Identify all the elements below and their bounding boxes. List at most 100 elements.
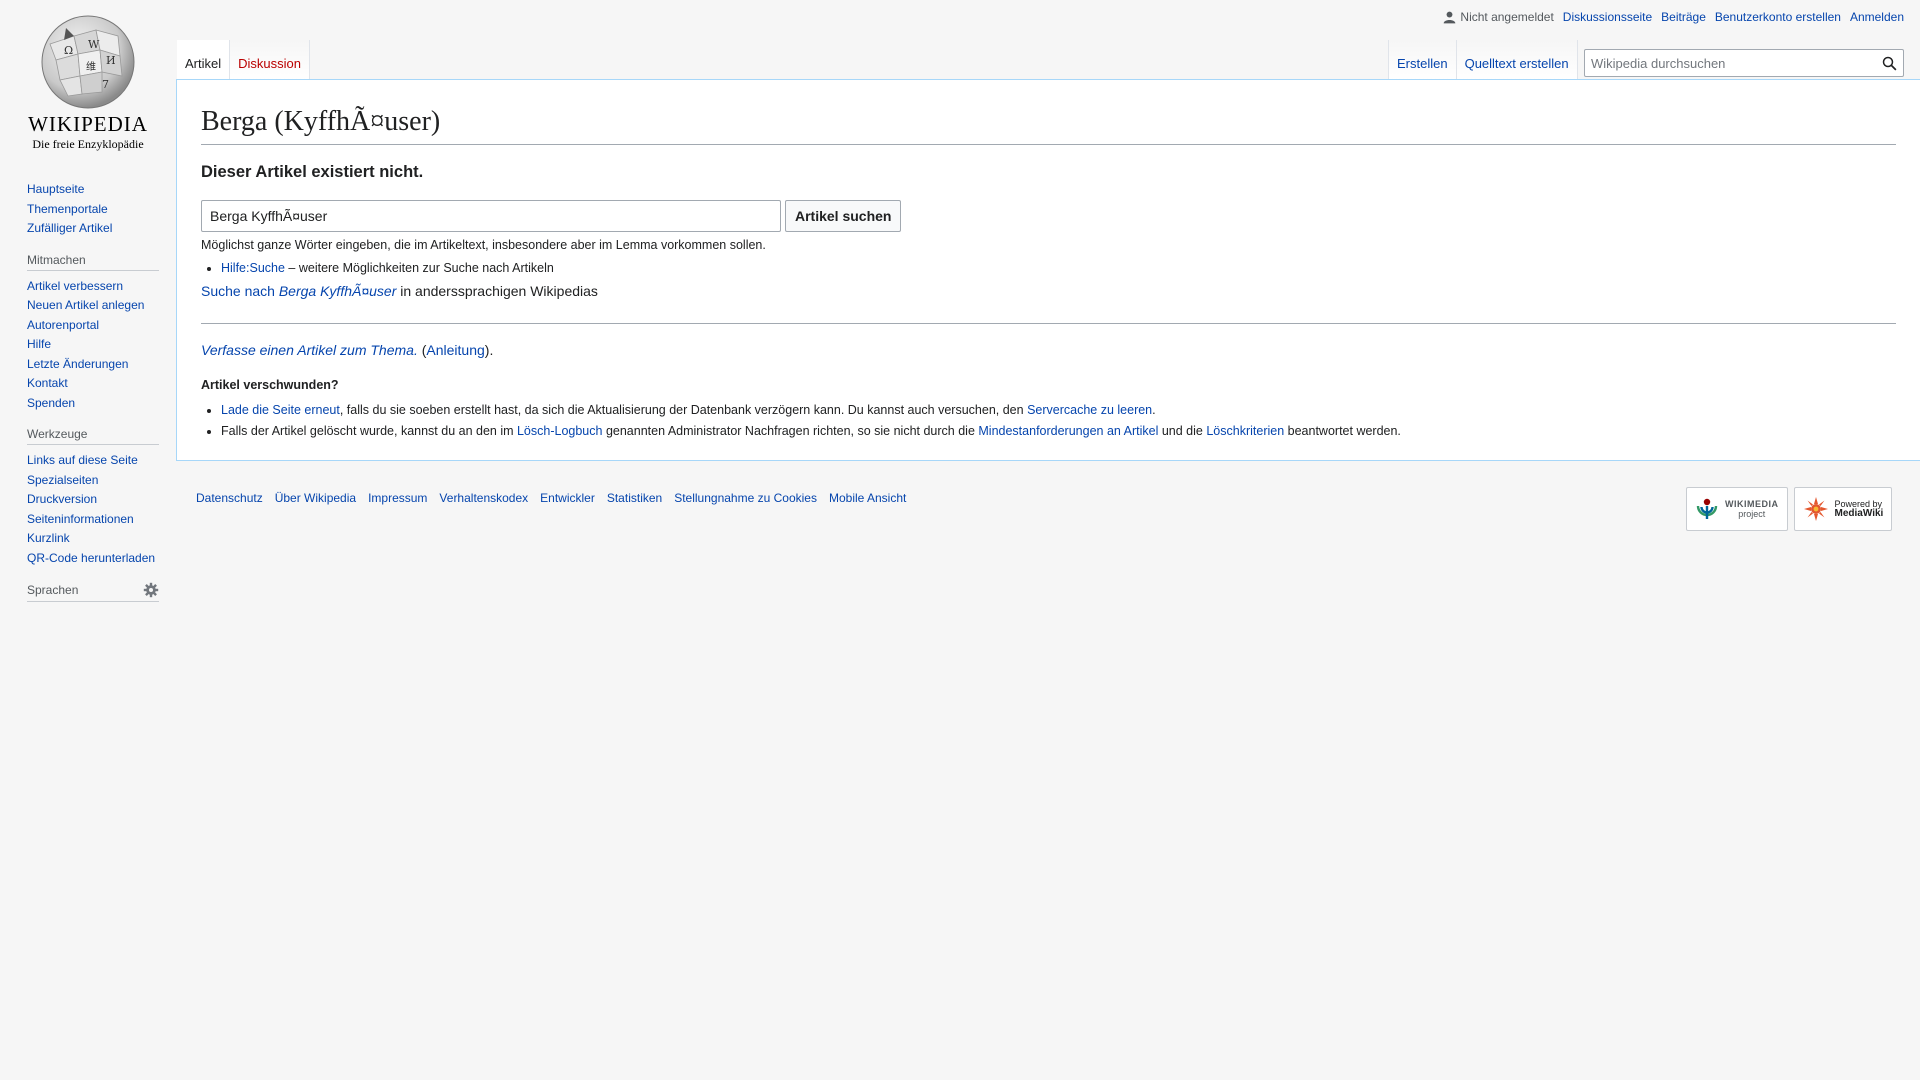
personal-contributions-link[interactable]: Beiträge — [1661, 10, 1706, 24]
sidebar-heading-sprachen-label: Sprachen — [27, 583, 79, 597]
article-missing-heading: Dieser Artikel existiert nicht. — [201, 163, 424, 182]
wikimedia-badge-text: WIKIMEDIA project — [1725, 499, 1779, 519]
sidebar-mitmachen: Mitmachen Artikel verbessern Neuen Artik… — [27, 253, 159, 414]
reload-page-link[interactable]: Lade die Seite erneut — [221, 403, 340, 417]
sidebar-item-recent-changes[interactable]: Letzte Änderungen — [27, 357, 128, 371]
gear-icon[interactable] — [143, 582, 159, 598]
sidebar-item-random-article[interactable]: Zufälliger Artikel — [27, 221, 112, 235]
sidebar-item-special-pages[interactable]: Spezialseiten — [27, 473, 98, 487]
create-help-link[interactable]: Anleitung — [426, 342, 484, 358]
vanished-heading: Artikel verschwunden? — [201, 378, 339, 393]
sidebar-item-contact[interactable]: Kontakt — [27, 376, 68, 390]
wikimedia-badge-line2: project — [1738, 509, 1766, 519]
reload-end: . — [1152, 403, 1156, 418]
tab-article[interactable]: Artikel — [177, 40, 231, 80]
help-list-item: Hilfe:Suche – weitere Möglichkeiten zur … — [221, 258, 1896, 279]
wikipedia-globe-icon: Ω W 维 И 7 — [41, 15, 135, 109]
login-link[interactable]: Anmelden — [1850, 10, 1904, 24]
footer-statistics-link[interactable]: Statistiken — [607, 491, 662, 505]
powered-by-mediawiki-badge[interactable]: Powered by MediaWiki — [1793, 487, 1893, 531]
divider — [201, 323, 1896, 325]
tab-discussion[interactable]: Diskussion — [230, 40, 310, 80]
mediawiki-logo-icon — [1803, 497, 1828, 521]
help-search-link[interactable]: Hilfe:Suche — [221, 261, 285, 275]
deleted-text-2: genannten Administrator Nachfragen richt… — [602, 424, 979, 439]
vanished-list: Lade die Seite erneut, falls du sie soeb… — [201, 400, 1896, 442]
footer-about-link[interactable]: Über Wikipedia — [275, 491, 356, 505]
vanished-item-reload: Lade die Seite erneut, falls du sie soeb… — [221, 400, 1896, 421]
create-close-paren: ). — [484, 342, 494, 359]
footer-icons: WIKIMEDIA project Powered by MediaWiki — [1686, 487, 1893, 531]
help-list: Hilfe:Suche – weitere Möglichkeiten zur … — [201, 258, 1896, 279]
deletion-log-link[interactable]: Lösch-Logbuch — [517, 424, 602, 438]
search-box — [1584, 49, 1904, 77]
footer-privacy-link[interactable]: Datenschutz — [196, 491, 263, 505]
sidebar-item-print[interactable]: Druckversion — [27, 492, 97, 506]
user-icon — [1444, 11, 1456, 23]
sidebar-item-new-article[interactable]: Neuen Artikel anlegen — [27, 298, 144, 312]
article-search-form: Artikel suchen — [201, 200, 1896, 233]
tab-create[interactable]: Erstellen — [1388, 40, 1457, 80]
namespace-tabs: Artikel Diskussion — [177, 40, 310, 80]
interwiki-search-link[interactable]: Suche nach Berga KyffhÃ¤user — [201, 283, 396, 299]
svg-text:维: 维 — [86, 60, 96, 73]
deleted-text-3: und die — [1158, 424, 1207, 439]
svg-text:7: 7 — [102, 78, 109, 91]
interwiki-prefix: Suche nach — [201, 283, 279, 300]
sidebar-werkzeuge: Werkzeuge Links auf diese Seite Spezials… — [27, 427, 159, 568]
sidebar-heading-mitmachen: Mitmachen — [27, 253, 159, 271]
create-article-label: Verfasse einen Artikel zum Thema. — [201, 342, 418, 359]
sidebar-item-qrcode[interactable]: QR-Code herunterladen — [27, 551, 155, 565]
sidebar-item-donate[interactable]: Spenden — [27, 396, 75, 410]
not-logged-in-label: Nicht angemeldet — [1460, 10, 1554, 24]
tab-create-source[interactable]: Quelltext erstellen — [1456, 40, 1578, 80]
sidebar-heading-sprachen: Sprachen — [27, 582, 159, 602]
search-input[interactable] — [1585, 50, 1875, 76]
wikimedia-badge-line1: WIKIMEDIA — [1725, 499, 1779, 509]
personal-talk-link[interactable]: Diskussionsseite — [1563, 10, 1652, 24]
wikipedia-wordmark: WIKIPEDIA — [28, 112, 148, 136]
footer-imprint-link[interactable]: Impressum — [368, 491, 427, 505]
deleted-text-4: beantwortet werden. — [1284, 424, 1401, 439]
sidebar-heading-werkzeuge: Werkzeuge — [27, 427, 159, 445]
view-tabs: Erstellen Quelltext erstellen — [1388, 40, 1578, 80]
reload-text: , falls du sie soeben erstellt hast, da … — [339, 403, 1028, 418]
deletion-criteria-link[interactable]: Löschkriterien — [1206, 424, 1284, 438]
footer-developers-link[interactable]: Entwickler — [540, 491, 595, 505]
search-button[interactable] — [1875, 50, 1903, 76]
vanished-item-deleted: Falls der Artikel gelöscht wurde, kannst… — [221, 421, 1896, 442]
sidebar-item-themenportale[interactable]: Themenportale — [27, 202, 108, 216]
sidebar-sprachen: Sprachen — [27, 582, 159, 602]
help-search-text: – weitere Möglichkeiten zur Suche nach A… — [284, 261, 554, 276]
purge-cache-link[interactable]: Servercache zu leeren — [1027, 403, 1152, 417]
sidebar-item-hauptseite[interactable]: Hauptseite — [27, 182, 84, 196]
deleted-text-1: Falls der Artikel gelöscht wurde, kannst… — [221, 424, 517, 439]
mediawiki-badge-line2: MediaWiki — [1834, 508, 1884, 519]
footer-links: Datenschutz Über Wikipedia Impressum Ver… — [196, 491, 906, 505]
wikipedia-logo[interactable]: Ω W 维 И 7 WIKIPEDIA Die freie Enzyklopäd… — [22, 14, 154, 154]
sidebar-item-author-portal[interactable]: Autorenportal — [27, 318, 99, 332]
page-title: Berga (KyffhÃ¤user) — [201, 104, 1896, 146]
footer-cookie-statement-link[interactable]: Stellungnahme zu Cookies — [674, 491, 817, 505]
sidebar-item-improve-article[interactable]: Artikel verbessern — [27, 279, 123, 293]
interwiki-search: Suche nach Berga KyffhÃ¤user in anderssp… — [201, 283, 1896, 299]
sidebar-item-page-info[interactable]: Seiteninformationen — [27, 512, 134, 526]
sidebar-item-help[interactable]: Hilfe — [27, 337, 51, 351]
footer-mobile-view-link[interactable]: Mobile Ansicht — [829, 491, 906, 505]
create-article-link[interactable]: Verfasse einen Artikel zum Thema. — [201, 342, 418, 358]
not-logged-in: Nicht angemeldet — [1443, 10, 1554, 24]
interwiki-suffix: in anderssprachigen Wikipedias — [396, 283, 598, 300]
create-account-link[interactable]: Benutzerkonto erstellen — [1715, 10, 1841, 24]
interwiki-term: Berga KyffhÃ¤user — [278, 283, 397, 300]
sidebar-item-shortlink[interactable]: Kurzlink — [27, 531, 70, 545]
wikipedia-tagline: Die freie Enzyklopädie — [32, 137, 144, 151]
mediawiki-badge-text: Powered by MediaWiki — [1835, 499, 1884, 519]
personal-tools: Nicht angemeldet Diskussionsseite Beiträ… — [1443, 10, 1904, 24]
sidebar-item-whatlinkshere[interactable]: Links auf diese Seite — [27, 453, 138, 467]
footer-code-of-conduct-link[interactable]: Verhaltenskodex — [439, 491, 528, 505]
article-search-input[interactable] — [201, 200, 781, 233]
minimum-requirements-link[interactable]: Mindestanforderungen an Artikel — [978, 424, 1158, 438]
article-search-button[interactable]: Artikel suchen — [785, 200, 902, 233]
wikimedia-project-badge[interactable]: WIKIMEDIA project — [1686, 487, 1788, 531]
create-article-line: Verfasse einen Artikel zum Thema. (Anlei… — [201, 342, 1896, 358]
